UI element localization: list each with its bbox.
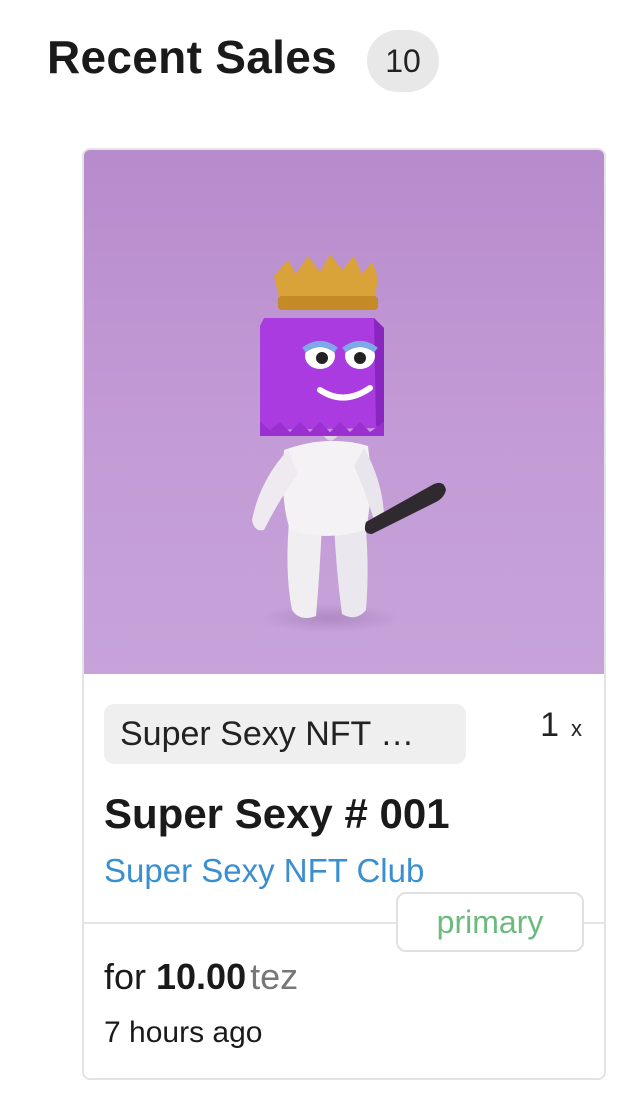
count-badge: 10 bbox=[366, 30, 439, 92]
recent-sales-page: Recent Sales 10 Super Sexy NFT … 1 x Sup… bbox=[0, 0, 640, 1120]
sale-price: for 10.00 tez bbox=[104, 956, 298, 998]
price-prefix: for bbox=[104, 956, 147, 997]
sale-type-badge: primary bbox=[396, 892, 584, 952]
section-title: Recent Sales bbox=[47, 31, 337, 83]
edition-count: 1x bbox=[540, 706, 582, 745]
price-unit: tez bbox=[250, 956, 299, 997]
edition-multiplier: x bbox=[571, 716, 582, 741]
nft-artwork-image[interactable] bbox=[84, 150, 604, 674]
sale-card[interactable]: Super Sexy NFT … 1x Super Sexy # 001 Sup… bbox=[82, 148, 606, 1080]
section-header: Recent Sales 10 bbox=[47, 22, 439, 92]
token-title[interactable]: Super Sexy # 001 bbox=[104, 790, 450, 838]
edition-number: 1 bbox=[540, 706, 559, 744]
collection-chip[interactable]: Super Sexy NFT … bbox=[104, 704, 466, 764]
collection-link[interactable]: Super Sexy NFT Club bbox=[104, 852, 424, 890]
sale-time: 7 hours ago bbox=[104, 1016, 263, 1049]
price-amount: 10.00 bbox=[156, 956, 247, 997]
